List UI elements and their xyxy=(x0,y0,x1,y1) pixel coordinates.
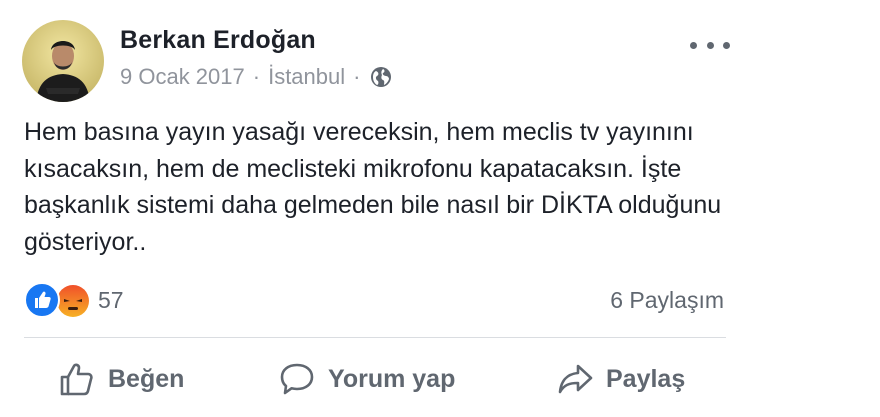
divider xyxy=(24,337,726,338)
post-meta: 9 Ocak 2017 · İstanbul · xyxy=(120,64,392,90)
avatar[interactable] xyxy=(22,20,104,102)
like-button[interactable]: Beğen xyxy=(58,360,184,398)
like-label: Beğen xyxy=(108,364,185,393)
meta-separator: · xyxy=(252,64,261,89)
share-count[interactable]: 6 Paylaşım xyxy=(610,287,724,314)
action-bar: Beğen Yorum yap Paylaş xyxy=(24,350,726,410)
like-reaction-icon xyxy=(24,282,60,318)
post-location[interactable]: İstanbul xyxy=(268,64,345,90)
comment-label: Yorum yap xyxy=(328,364,456,393)
comment-button[interactable]: Yorum yap xyxy=(278,360,455,398)
post-date[interactable]: 9 Ocak 2017 xyxy=(120,64,245,90)
post-text: Hem basına yayın yasağı vereceksin, hem … xyxy=(24,118,722,256)
share-icon xyxy=(556,360,594,398)
globe-icon[interactable] xyxy=(370,66,392,88)
share-label: Paylaş xyxy=(606,364,686,393)
more-dot xyxy=(706,41,714,49)
reaction-count: 57 xyxy=(98,286,124,313)
more-icon[interactable] xyxy=(690,30,730,60)
author-name[interactable]: Berkan Erdoğan xyxy=(120,26,316,55)
angry-reaction-icon xyxy=(56,284,89,317)
more-dot xyxy=(690,41,697,49)
comment-icon xyxy=(278,360,316,398)
meta-separator: · xyxy=(353,64,361,89)
reactions-summary[interactable]: 57 xyxy=(24,282,124,318)
thumbs-up-icon xyxy=(58,360,96,398)
more-dot xyxy=(723,41,730,49)
post-card: Berkan Erdoğan 9 Ocak 2017 · İstanbul · … xyxy=(0,0,760,417)
share-button[interactable]: Paylaş xyxy=(556,360,685,398)
